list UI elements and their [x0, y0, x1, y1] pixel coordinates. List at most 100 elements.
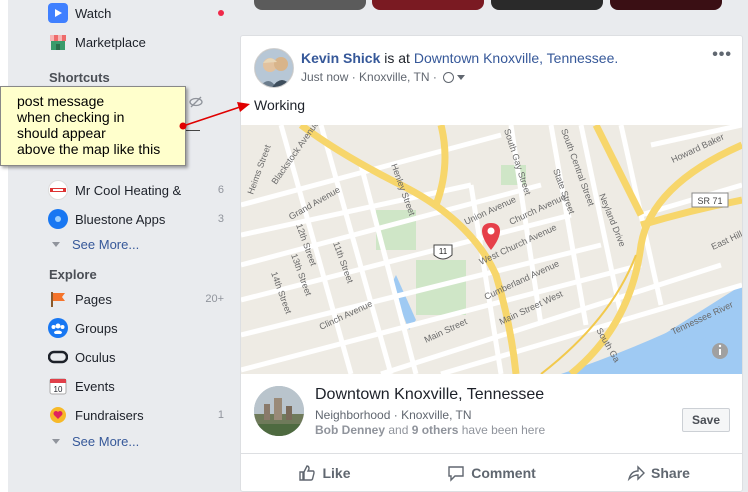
sidebar-item-label: Events [75, 378, 115, 394]
place-thumbnail[interactable] [254, 386, 304, 436]
author-name-link[interactable]: Kevin Shick [301, 50, 380, 66]
meta-separator: · [429, 70, 441, 84]
callout-line: above the map like this [17, 141, 161, 157]
location-map[interactable]: Blackstock Avenue Heims Street Grand Ave… [241, 125, 742, 374]
shortcut-underline [186, 130, 200, 131]
like-button[interactable]: Like [241, 454, 408, 492]
marketplace-icon [48, 32, 68, 52]
sidebar-item-shortcut[interactable]: Bluestone Apps 3 [48, 208, 224, 230]
sidebar-item-oculus[interactable]: Oculus [48, 346, 224, 368]
place-subtitle: Neighborhood · Knoxville, TN [315, 408, 472, 422]
meta-separator: · [348, 70, 360, 84]
is-at-text: is at [380, 50, 414, 66]
sidebar-item-pages[interactable]: Pages 20+ [48, 288, 224, 310]
sidebar-item-label: Pages [75, 291, 112, 307]
post-meta: Just now · Knoxville, TN · [301, 70, 466, 84]
sr71-shield: SR 71 [691, 192, 729, 208]
heart-coin-icon [48, 405, 68, 425]
globe-icon[interactable] [443, 71, 455, 83]
shortcuts-heading: Shortcuts [49, 70, 110, 85]
sidebar-item-count: 6 [217, 184, 224, 196]
feed-post: Kevin Shick is at Downtown Knoxville, Te… [240, 35, 743, 492]
place-city: Knoxville, TN [401, 408, 472, 422]
share-button[interactable]: Share [575, 454, 742, 492]
sidebar-item-label: Fundraisers [75, 407, 144, 423]
post-actions: Like Comment Share [241, 454, 742, 492]
explore-heading: Explore [49, 267, 97, 282]
place-category: Neighborhood [315, 408, 391, 422]
see-more-label: See More... [72, 237, 140, 252]
save-button[interactable]: Save [682, 408, 730, 432]
chevron-down-icon [52, 242, 60, 247]
and-text: and [385, 423, 412, 437]
story-thumbnail[interactable] [610, 0, 722, 10]
place-title[interactable]: Downtown Knoxville, Tennessee [315, 386, 544, 404]
svg-text:10: 10 [54, 385, 63, 394]
annotation-callout: post message when checking in should app… [0, 86, 186, 166]
visited-text: have been here [458, 423, 546, 437]
us11-shield: 11 [433, 244, 453, 260]
post-header: Kevin Shick is at Downtown Knoxville, Te… [301, 50, 618, 66]
story-thumbnail[interactable] [372, 0, 484, 10]
sidebar-item-shortcut[interactable]: Mr Cool Heating & 6 [48, 179, 224, 201]
sidebar-item-groups[interactable]: Groups [48, 317, 224, 339]
bluestone-logo-icon [48, 209, 68, 229]
author-avatar[interactable] [254, 48, 294, 88]
sidebar-item-label: Watch [75, 5, 112, 21]
map-graphic: Blackstock Avenue Heims Street Grand Ave… [241, 125, 742, 374]
post-message: Working [254, 97, 306, 113]
left-sidebar: Watch Marketplace Shortcuts Mr Cool Heat… [0, 0, 240, 492]
thumbs-up-icon [299, 465, 316, 481]
hidden-shortcut-icon [188, 96, 204, 111]
see-more-explore[interactable]: See More... [52, 434, 139, 449]
see-more-label: See More... [72, 434, 140, 449]
flag-icon [48, 289, 68, 309]
like-label: Like [322, 465, 351, 481]
callout-line: post message [17, 93, 105, 109]
map-info-icon[interactable] [712, 343, 728, 359]
sidebar-item-fundraisers[interactable]: Fundraisers 1 [48, 404, 224, 426]
callout-line: should appear [17, 125, 106, 141]
comment-label: Comment [471, 465, 536, 481]
svg-text:SR 71: SR 71 [697, 196, 722, 206]
sidebar-item-count: 3 [217, 213, 224, 225]
sidebar-item-marketplace[interactable]: Marketplace [48, 31, 224, 53]
place-card[interactable]: Downtown Knoxville, Tennessee Neighborho… [241, 374, 742, 454]
notification-dot [218, 10, 224, 16]
sidebar-item-label: Oculus [75, 349, 116, 365]
post-location[interactable]: Knoxville, TN [359, 70, 429, 84]
place-friends-visited: Bob Denney and 9 others have been here [315, 423, 545, 437]
callout-line: when checking in [17, 109, 125, 125]
story-thumbnail[interactable] [254, 0, 366, 10]
friend-name[interactable]: Bob Denney [315, 423, 385, 437]
comment-button[interactable]: Comment [408, 454, 575, 492]
post-timestamp[interactable]: Just now [301, 70, 348, 84]
chevron-down-icon[interactable] [457, 74, 466, 80]
svg-text:11: 11 [439, 247, 448, 256]
watch-icon [48, 3, 68, 23]
others-count[interactable]: 9 others [412, 423, 459, 437]
place-link[interactable]: Downtown Knoxville, Tennessee. [414, 50, 618, 66]
share-icon [627, 465, 646, 482]
comment-icon [448, 466, 464, 482]
sidebar-item-label: Groups [75, 320, 118, 336]
sidebar-item-count: 20+ [205, 293, 224, 305]
sidebar-item-label: Mr Cool Heating & [75, 182, 182, 198]
stories-strip [240, 0, 748, 24]
sidebar-item-label: Bluestone Apps [75, 211, 166, 227]
sidebar-item-events[interactable]: 10 Events [48, 375, 224, 397]
more-options-icon[interactable]: ••• [712, 46, 732, 64]
chevron-down-icon [52, 439, 60, 444]
oculus-icon [48, 347, 68, 367]
sidebar-item-label: Marketplace [75, 34, 146, 50]
mr-cool-logo-icon [48, 180, 68, 200]
sidebar-item-watch[interactable]: Watch [48, 2, 224, 24]
story-thumbnail[interactable] [491, 0, 603, 10]
share-label: Share [651, 465, 690, 481]
groups-icon [48, 318, 68, 338]
see-more-shortcuts[interactable]: See More... [52, 237, 139, 252]
calendar-icon: 10 [48, 376, 68, 396]
sidebar-edge [0, 0, 8, 492]
sidebar-item-count: 1 [217, 409, 224, 421]
meta-separator: · [390, 408, 402, 422]
